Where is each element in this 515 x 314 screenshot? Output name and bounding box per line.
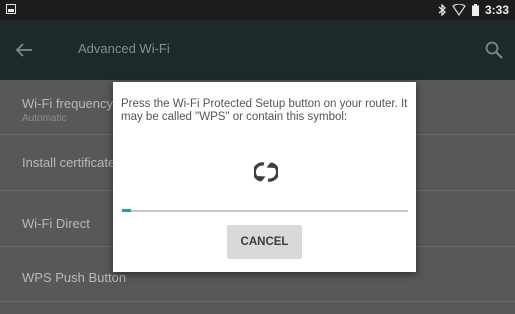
divider (0, 301, 515, 302)
progress-bar (122, 209, 131, 212)
cancel-button[interactable]: CANCEL (227, 225, 302, 259)
status-time: 3:33 (484, 3, 509, 17)
status-icons: 3:33 (438, 3, 509, 17)
list-item-title: WPS Push Button (22, 270, 127, 285)
wifi-icon (452, 4, 466, 16)
wps-dialog: Press the Wi-Fi Protected Setup button o… (113, 82, 416, 272)
battery-icon (471, 4, 479, 16)
bluetooth-icon (438, 4, 446, 16)
status-bar: 3:33 (0, 0, 515, 20)
progress-track (122, 210, 408, 212)
image-icon (6, 4, 16, 14)
dialog-message: Press the Wi-Fi Protected Setup button o… (121, 98, 408, 123)
back-arrow-icon[interactable] (12, 38, 36, 62)
list-item-title: Wi-Fi Direct (22, 216, 90, 231)
list-item-subtitle: Automatic (22, 113, 67, 124)
search-icon[interactable] (483, 39, 505, 61)
list-item-title: Install certificates (22, 155, 122, 170)
wps-icon (254, 162, 278, 182)
page-title: Advanced Wi-Fi (78, 41, 170, 56)
action-bar: Advanced Wi-Fi (0, 20, 515, 80)
